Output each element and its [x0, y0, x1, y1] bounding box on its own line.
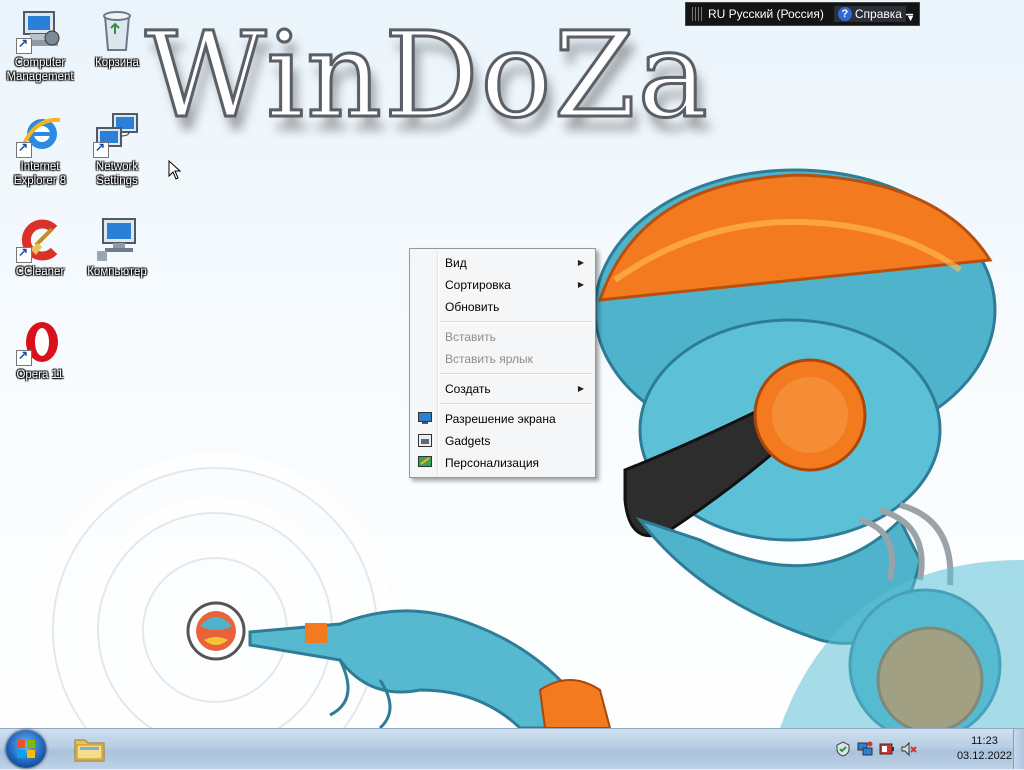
desktop-icon-recycle-bin[interactable]: Корзина — [77, 6, 157, 70]
opera-icon — [16, 318, 64, 366]
desktop-icon-label: Opera 11 — [16, 369, 64, 381]
menu-item-label: Обновить — [445, 300, 500, 314]
desktop[interactable]: WinDoZa Computer Management Корзина Inte… — [0, 0, 1024, 728]
menu-item-view[interactable]: Вид ▶ — [412, 252, 593, 274]
shortcut-arrow-icon — [16, 140, 32, 158]
menu-item-label: Персонализация — [445, 456, 540, 470]
desktop-icon-label: Computer Management — [6, 57, 74, 83]
submenu-arrow-icon: ▶ — [577, 280, 584, 289]
menu-item-new[interactable]: Создать ▶ — [412, 378, 593, 400]
action-center-icon[interactable] — [835, 741, 851, 757]
menu-item-paste-shortcut: Вставить ярлык — [412, 348, 593, 370]
language-bar-grip[interactable] — [692, 7, 702, 21]
menu-item-sort[interactable]: Сортировка ▶ — [412, 274, 593, 296]
desktop-icon-label: CCleaner — [15, 266, 65, 278]
taskbar: 11:23 03.12.2022 — [0, 728, 1024, 769]
desktop-icon-computer[interactable]: Компьютер — [77, 215, 157, 279]
help-icon: ? — [837, 7, 852, 21]
menu-item-label: Вставить — [445, 330, 496, 344]
shortcut-arrow-icon — [16, 348, 32, 366]
clock-time: 11:23 — [971, 735, 998, 747]
start-button[interactable] — [6, 730, 46, 768]
menu-separator — [440, 321, 592, 323]
taskbar-clock[interactable]: 11:23 03.12.2022 — [957, 734, 1012, 764]
windows-logo-icon — [17, 740, 35, 758]
menu-item-label: Разрешение экрана — [445, 412, 556, 426]
recycle-bin-icon — [93, 6, 141, 54]
desktop-icon-internet-explorer[interactable]: Internet Explorer 8 — [0, 110, 80, 188]
desktop-icon-network-settings[interactable]: Network Settings — [77, 110, 157, 188]
menu-item-label: Вставить ярлык — [445, 352, 533, 366]
desktop-icon-label: Компьютер — [87, 266, 147, 278]
screen-resolution-icon — [418, 412, 432, 424]
shortcut-arrow-icon — [16, 245, 32, 263]
desktop-icon-computer-management[interactable]: Computer Management — [0, 6, 80, 84]
menu-item-label: Gadgets — [445, 434, 491, 448]
power-icon[interactable] — [879, 741, 895, 757]
submenu-arrow-icon: ▶ — [577, 258, 584, 267]
menu-item-screen-resolution[interactable]: Разрешение экрана — [412, 408, 593, 430]
menu-item-label: Сортировка — [445, 278, 511, 292]
desktop-icon-label: Network Settings — [95, 161, 139, 187]
submenu-arrow-icon: ▶ — [577, 384, 584, 393]
menu-separator — [440, 403, 592, 405]
language-indicator[interactable]: RU Русский (Россия) — [708, 7, 824, 21]
help-label: Справка — [854, 7, 902, 21]
ccleaner-icon — [16, 215, 64, 263]
menu-item-paste: Вставить — [412, 326, 593, 348]
folder-icon — [74, 739, 105, 762]
desktop-icon-ccleaner[interactable]: CCleaner — [0, 215, 80, 279]
help-button[interactable]: ? Справка — [833, 6, 906, 22]
shortcut-arrow-icon — [93, 140, 109, 158]
internet-explorer-icon — [16, 110, 64, 158]
chevron-down-icon[interactable]: ▁ ▼ — [906, 6, 915, 23]
personalization-icon — [418, 456, 432, 467]
network-icon[interactable] — [857, 741, 873, 757]
desktop-icon-label: Internet Explorer 8 — [13, 161, 67, 187]
gadgets-icon — [418, 434, 432, 447]
shortcut-arrow-icon — [16, 36, 32, 54]
desktop-icon-opera[interactable]: Opera 11 — [0, 318, 80, 382]
desktop-context-menu: Вид ▶ Сортировка ▶ Обновить Вставить Вст… — [409, 248, 596, 478]
language-bar[interactable]: RU Русский (Россия) ? Справка ▁ ▼ — [685, 2, 920, 26]
desktop-icon-label: Корзина — [95, 57, 139, 69]
show-desktop-button[interactable] — [1013, 729, 1024, 769]
wallpaper-title: WinDoZa — [144, 5, 710, 146]
menu-item-label: Вид — [445, 256, 467, 270]
computer-icon — [93, 215, 141, 263]
menu-item-refresh[interactable]: Обновить — [412, 296, 593, 318]
taskbar-explorer-button[interactable] — [66, 731, 112, 767]
volume-muted-icon[interactable] — [901, 741, 917, 757]
menu-item-gadgets[interactable]: Gadgets — [412, 430, 593, 452]
mouse-cursor-icon — [168, 160, 182, 180]
system-tray: 11:23 03.12.2022 — [829, 729, 1024, 769]
computer-management-icon — [16, 6, 64, 54]
menu-item-label: Создать — [445, 382, 491, 396]
network-settings-icon — [93, 110, 141, 158]
menu-separator — [440, 373, 592, 375]
menu-item-personalization[interactable]: Персонализация — [412, 452, 593, 474]
clock-date: 03.12.2022 — [956, 750, 1012, 762]
